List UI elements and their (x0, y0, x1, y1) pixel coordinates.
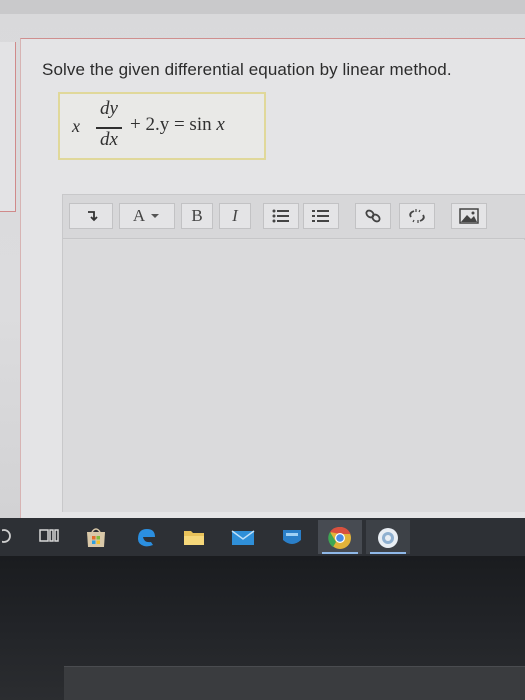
italic-button[interactable]: I (219, 203, 251, 229)
link-icon (365, 209, 381, 223)
paragraph-button[interactable] (69, 203, 113, 229)
active-app-indicator (322, 552, 358, 554)
ie-tile[interactable] (366, 520, 410, 554)
unlink-button[interactable] (399, 203, 435, 229)
answer-text-area[interactable] (63, 240, 525, 512)
fraction-numerator: dy (100, 98, 118, 119)
store-icon[interactable] (84, 526, 108, 548)
editor-toolbar: A B I (63, 195, 525, 239)
numbered-list-button[interactable] (303, 203, 339, 229)
italic-icon: I (232, 206, 238, 225)
edge-icon[interactable] (134, 526, 158, 548)
chevron-down-icon (151, 214, 160, 218)
equation-box: x dy dx + 2.y = sin x (58, 92, 266, 160)
running-app-indicator (370, 552, 406, 554)
bold-icon: B (191, 206, 203, 225)
bullet-list-icon (272, 209, 289, 223)
mail-icon[interactable] (230, 526, 256, 548)
image-button[interactable] (451, 203, 487, 229)
font-color-icon: A (132, 206, 146, 225)
derivative-fraction: dy dx (92, 98, 126, 156)
app-icon[interactable] (280, 526, 304, 548)
search-icon[interactable] (2, 526, 14, 546)
window-top-strip (0, 0, 525, 14)
equation-rest-variable: x (211, 114, 225, 135)
equation-rest-text: + 2.y = sin (130, 114, 212, 135)
chrome-icon (328, 526, 351, 549)
question-prompt: Solve the given differential equation by… (42, 60, 452, 79)
paragraph-icon (88, 211, 98, 222)
previous-question-card (0, 42, 16, 212)
task-view-icon[interactable] (38, 526, 60, 546)
fraction-denominator: dx (100, 129, 118, 150)
link-button[interactable] (355, 203, 391, 229)
ie-icon (378, 528, 398, 548)
answer-editor: A B I (62, 194, 525, 512)
screen: Solve the given differential equation by… (0, 0, 525, 518)
chrome-active-tile[interactable] (318, 520, 362, 554)
image-icon (459, 208, 479, 224)
unlink-icon (409, 209, 425, 223)
font-color-menu[interactable]: A (119, 203, 175, 229)
file-explorer-icon[interactable] (182, 526, 206, 548)
bold-button[interactable]: B (181, 203, 213, 229)
bullet-list-button[interactable] (263, 203, 299, 229)
speaker-grille (64, 666, 525, 700)
equation-coefficient: x (72, 116, 80, 136)
taskbar (0, 518, 525, 556)
equation-rest: + 2.y = sin x (130, 114, 225, 136)
numbered-list-icon (312, 210, 329, 222)
